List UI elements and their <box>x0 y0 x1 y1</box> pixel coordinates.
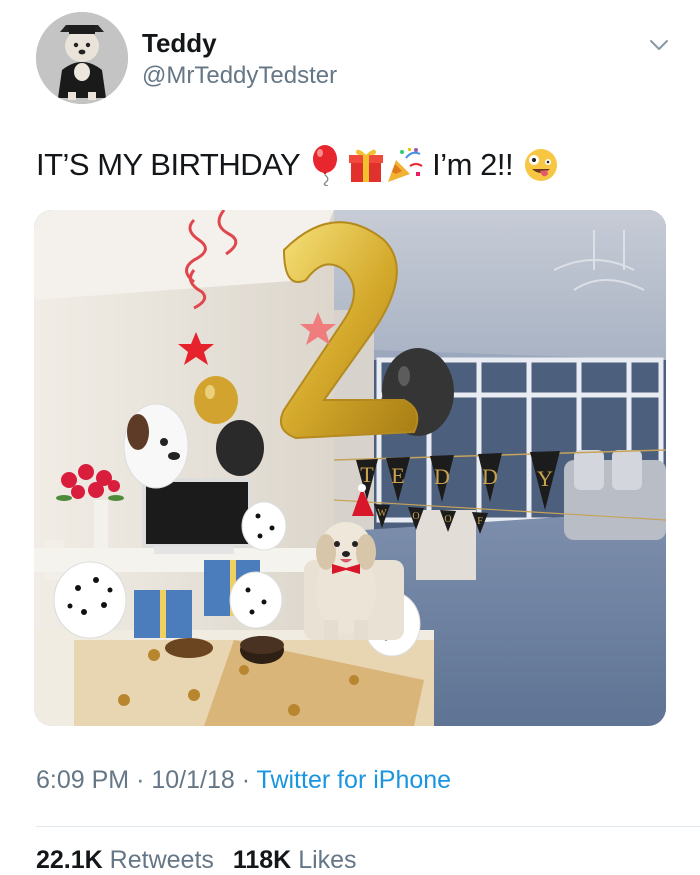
tweet-photo[interactable]: T E D D Y W O O F <box>34 210 666 726</box>
tweet-text-end: I’m 2!! <box>432 147 514 182</box>
tweet-meta: 6:09 PM · 10/1/18 · Twitter for iPhone <box>36 766 451 795</box>
birthday-party-photo-icon: T E D D Y W O O F <box>34 210 666 726</box>
pennant-letter-4: F <box>477 516 483 527</box>
tweet-stats: 22.1K Retweets 118K Likes <box>36 846 369 875</box>
user-handle[interactable]: @MrTeddyTedster <box>142 62 337 90</box>
pennant-letter-1: W <box>377 508 387 519</box>
banner-letter-3: D <box>434 464 450 489</box>
retweets-count: 22.1K <box>36 846 103 874</box>
party-popper-emoji-icon <box>388 148 423 182</box>
banner-letter-5: Y <box>537 466 553 491</box>
likes-stat[interactable]: 118K Likes <box>233 846 357 874</box>
dog-avatar-icon <box>36 12 128 104</box>
retweets-label: Retweets <box>109 846 214 874</box>
pennant-letter-3: O <box>444 514 451 525</box>
banner-letter-4: D <box>482 464 498 489</box>
tweet-header: Teddy @MrTeddyTedster <box>36 12 676 108</box>
display-name[interactable]: Teddy <box>142 28 217 59</box>
likes-label: Likes <box>298 846 357 874</box>
tweet-text-start: IT’S MY BIRTHDAY <box>36 147 301 182</box>
gift-emoji-icon <box>349 149 384 182</box>
avatar[interactable] <box>36 12 128 104</box>
banner-letter-2: E <box>391 463 404 488</box>
chevron-down-icon[interactable] <box>648 34 670 56</box>
zany-face-emoji-icon <box>525 149 558 181</box>
retweets-stat[interactable]: 22.1K Retweets <box>36 846 214 874</box>
tweet-source-link[interactable]: Twitter for iPhone <box>257 766 452 794</box>
pennant-letter-2: O <box>412 511 419 522</box>
divider <box>36 826 700 827</box>
tweet-text: IT’S MY BIRTHDAY I’m 2!! <box>36 144 666 186</box>
tweet-time[interactable]: 6:09 PM <box>36 766 129 794</box>
balloon-emoji-icon <box>313 145 338 186</box>
likes-count: 118K <box>232 846 292 874</box>
tweet-date[interactable]: 10/1/18 <box>151 766 234 794</box>
meta-separator: · <box>136 766 145 794</box>
meta-separator: · <box>241 766 251 794</box>
banner-letter-1: T <box>360 462 374 487</box>
